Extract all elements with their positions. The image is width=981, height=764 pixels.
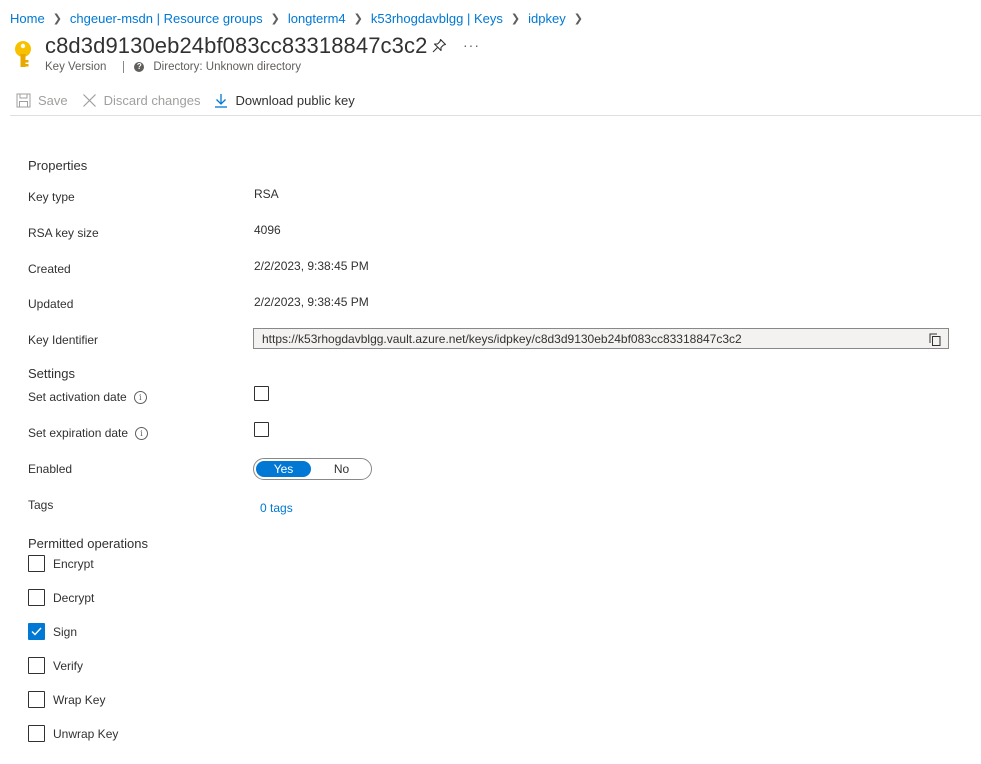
- unwrap-key-checkbox[interactable]: [28, 725, 45, 742]
- save-icon: [16, 93, 31, 107]
- key-size-value: 4096: [254, 223, 281, 237]
- enabled-yes-option[interactable]: Yes: [256, 461, 311, 477]
- more-icon[interactable]: ···: [463, 37, 480, 53]
- discard-changes-button[interactable]: Discard changes: [82, 92, 201, 108]
- info-icon[interactable]: i: [135, 426, 149, 440]
- download-label: Download public key: [235, 92, 355, 108]
- activation-date-label: Set activation date i: [28, 390, 147, 404]
- save-label: Save: [38, 92, 68, 108]
- save-button[interactable]: Save: [16, 93, 68, 108]
- download-icon: [215, 93, 228, 108]
- command-bar: Save Discard changes Download public key: [16, 90, 369, 110]
- chevron-right-icon: ❯: [353, 12, 363, 25]
- subtitle-divider: [123, 61, 125, 73]
- checkmark-icon: [31, 627, 42, 636]
- enabled-label: Enabled: [28, 462, 73, 476]
- encrypt-checkbox[interactable]: [28, 555, 45, 572]
- sign-label: Sign: [53, 624, 78, 639]
- decrypt-label: Decrypt: [53, 590, 95, 605]
- key-identifier-label: Key Identifier: [28, 333, 99, 347]
- breadcrumb-key[interactable]: idpkey: [528, 11, 566, 26]
- operation-verify[interactable]: Verify: [28, 657, 83, 674]
- permitted-operations-heading: Permitted operations: [28, 536, 148, 551]
- enabled-no-option[interactable]: No: [314, 461, 369, 477]
- breadcrumb: Home ❯ chgeuer-msdn | Resource groups ❯ …: [10, 9, 591, 27]
- key-identifier-field[interactable]: https://k53rhogdavblgg.vault.azure.net/k…: [253, 328, 949, 349]
- chevron-right-icon: ❯: [270, 12, 280, 25]
- breadcrumb-resource-group[interactable]: longterm4: [288, 11, 346, 26]
- breadcrumb-resource-groups[interactable]: chgeuer-msdn | Resource groups: [70, 11, 263, 26]
- operation-wrap-key[interactable]: Wrap Key: [28, 691, 105, 708]
- toolbar-divider: [10, 115, 981, 116]
- enabled-toggle[interactable]: Yes No: [253, 458, 372, 480]
- key-size-label: RSA key size: [28, 226, 99, 240]
- expiration-date-checkbox[interactable]: [254, 422, 269, 437]
- close-icon: [82, 93, 96, 107]
- operation-encrypt[interactable]: Encrypt: [28, 555, 94, 572]
- created-label: Created: [28, 262, 71, 276]
- activation-date-checkbox[interactable]: [254, 386, 269, 401]
- key-icon: [15, 41, 31, 67]
- page-title: c8d3d9130eb24bf083cc83318847c3c2: [45, 33, 428, 58]
- tags-label: Tags: [28, 498, 54, 512]
- resource-type-label: Key Version: [45, 61, 107, 73]
- operation-decrypt[interactable]: Decrypt: [28, 589, 94, 606]
- verify-label: Verify: [53, 658, 84, 673]
- properties-heading: Properties: [28, 158, 88, 173]
- tags-link[interactable]: 0 tags: [260, 501, 293, 515]
- info-icon[interactable]: i: [133, 390, 147, 404]
- pin-icon[interactable]: [431, 38, 447, 54]
- chevron-right-icon: ❯: [573, 12, 583, 25]
- created-value: 2/2/2023, 9:38:45 PM: [254, 259, 369, 273]
- updated-label: Updated: [28, 297, 74, 311]
- key-type-value: RSA: [254, 187, 279, 201]
- help-icon: ?: [134, 62, 145, 72]
- updated-value: 2/2/2023, 9:38:45 PM: [254, 295, 369, 309]
- chevron-right-icon: ❯: [510, 12, 521, 25]
- key-type-label: Key type: [28, 190, 75, 204]
- wrap-key-label: Wrap Key: [53, 692, 106, 707]
- unwrap-key-label: Unwrap Key: [53, 726, 119, 741]
- sign-checkbox[interactable]: [28, 623, 45, 640]
- encrypt-label: Encrypt: [53, 556, 94, 571]
- copy-icon[interactable]: [929, 333, 941, 346]
- chevron-right-icon: ❯: [52, 12, 62, 25]
- download-public-key-button[interactable]: Download public key: [214, 92, 355, 108]
- activation-date-text: Set activation date: [28, 390, 127, 404]
- discard-label: Discard changes: [103, 92, 201, 108]
- verify-checkbox[interactable]: [28, 657, 45, 674]
- settings-heading: Settings: [28, 366, 75, 381]
- expiration-date-label: Set expiration date i: [28, 426, 149, 440]
- operation-unwrap-key[interactable]: Unwrap Key: [28, 725, 118, 742]
- breadcrumb-home[interactable]: Home: [10, 11, 45, 26]
- page-subtitle: Key Version ? Directory: Unknown directo…: [45, 61, 301, 73]
- directory-label: Directory: Unknown directory: [153, 61, 302, 73]
- breadcrumb-keys[interactable]: k53rhogdavblgg | Keys: [371, 11, 503, 26]
- key-identifier-value: https://k53rhogdavblgg.vault.azure.net/k…: [262, 331, 742, 346]
- operation-sign[interactable]: Sign: [28, 623, 77, 640]
- decrypt-checkbox[interactable]: [28, 589, 45, 606]
- wrap-key-checkbox[interactable]: [28, 691, 45, 708]
- expiration-date-text: Set expiration date: [28, 426, 129, 440]
